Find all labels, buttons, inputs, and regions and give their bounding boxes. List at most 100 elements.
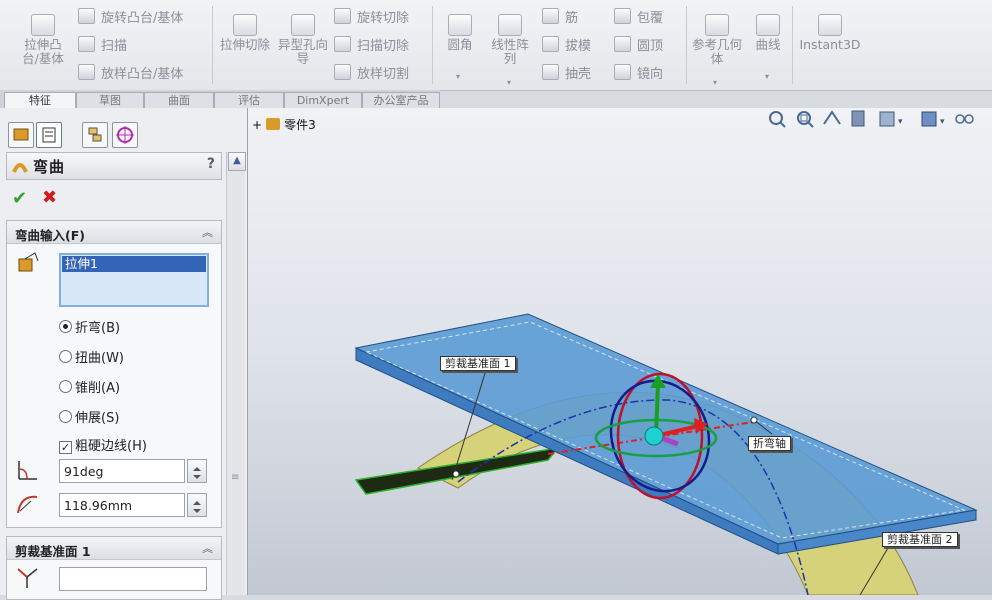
linear-pattern-dropdown-icon[interactable]: ▾ [507,78,511,87]
scroll-up-icon[interactable]: ▲ [228,152,246,171]
revolve-cut-label: 旋转切除 [357,11,410,26]
reference-geometry-dropdown-icon[interactable]: ▾ [713,78,717,87]
radio-indicator [59,320,72,333]
revolve-boss-button[interactable]: 旋转凸台/基体 [78,8,183,27]
cancel-button[interactable]: ✖ [42,187,57,208]
tab-surfaces-label: 曲面 [168,94,190,107]
linear-pattern-button[interactable]: 线性阵列 [484,14,536,66]
bend-type-radio-bend[interactable]: 折弯(B) [59,317,120,336]
curves-button[interactable]: 曲线 [750,14,786,52]
tab-features[interactable]: 特征 [4,92,76,108]
loft-cut-label: 放样切割 [357,67,410,82]
bend-axis-handle[interactable] [750,416,758,424]
dome-label: 圆顶 [637,39,664,54]
trim-plane-handle[interactable] [452,470,460,478]
sweep-cut-label: 扫描切除 [357,39,410,54]
loft-boss-button[interactable]: 放样凸台/基体 [78,64,183,83]
ok-button[interactable]: ✔ [12,188,27,209]
wrap-button[interactable]: 包覆 [614,8,663,27]
radio-label: 扭曲(W) [75,351,124,366]
curves-dropdown-icon[interactable]: ▾ [765,72,769,81]
configuration-manager-tab[interactable] [82,122,108,148]
checkbox-indicator: ✓ [59,441,72,454]
reference-geometry-button[interactable]: 参考几何体 [692,14,742,66]
panel-vertical-scrollbar[interactable]: ▲ ≡ [226,152,246,595]
hole-wizard-label: 异型孔向导 [277,37,328,66]
hole-wizard-icon [291,14,315,36]
trim-plane-1-header[interactable]: 剪裁基准面 1 ︽ [7,537,221,560]
draft-icon [542,36,559,52]
dimxpert-manager-tab[interactable] [112,122,138,148]
bend-axis-callout[interactable]: 折弯轴 [748,436,791,451]
tab-surfaces[interactable]: 曲面 [144,92,214,108]
graphics-area[interactable]: + 零件3 ▾ ▾ 剪裁基准面 1 折弯轴 剪裁基准面 2 [248,108,992,595]
ribbon-separator [432,6,433,84]
instant3d-button[interactable]: Instant3D [798,14,862,52]
fillet-icon [448,14,472,36]
collapse-icon[interactable]: ︽ [202,540,213,556]
angle-spinner[interactable] [187,459,207,483]
bend-input-header-label: 弯曲输入(F) [15,228,85,243]
instant3d-label: Instant3D [799,37,861,52]
sweep-label: 扫描 [101,39,128,54]
loft-boss-label: 放样凸台/基体 [101,67,184,82]
hole-wizard-button[interactable]: 异型孔向导 [276,14,330,66]
tab-office-products[interactable]: 办公室产品 [362,92,440,108]
tab-evaluate[interactable]: 评估 [214,92,284,108]
triad-icon [17,568,38,588]
radio-label: 锥削(A) [75,381,121,396]
sweep-cut-button[interactable]: 扫描切除 [334,36,409,55]
wrap-label: 包覆 [637,11,664,26]
trim-plane-2-callout[interactable]: 剪裁基准面 2 [882,532,958,547]
angle-input[interactable]: 91deg [59,459,185,483]
shell-button[interactable]: 抽壳 [542,64,591,83]
fillet-button[interactable]: 圆角 [440,14,480,52]
extrude-boss-button[interactable]: 拉伸凸台/基体 [14,14,72,66]
tab-dimxpert[interactable]: DimXpert [284,92,362,108]
feature-manager-tab[interactable] [8,122,34,148]
property-manager-tab[interactable] [36,122,62,148]
ribbon-separator [792,6,793,84]
bend-type-radio-twist[interactable]: 扭曲(W) [59,347,124,366]
collapse-icon[interactable]: ︽ [202,224,213,240]
bend-type-radio-stretch[interactable]: 伸展(S) [59,407,119,426]
radius-spinner[interactable] [187,493,207,517]
draft-button[interactable]: 拔模 [542,36,591,55]
mirror-button[interactable]: 镜向 [614,64,663,83]
triad-center-sphere[interactable] [644,426,664,446]
fillet-label: 圆角 [447,37,473,52]
property-manager-title: 弯曲 [33,158,66,176]
fillet-dropdown-icon[interactable]: ▾ [456,72,460,81]
curves-label: 曲线 [755,37,781,52]
reference-geometry-label: 参考几何体 [692,37,743,66]
tab-office-products-label: 办公室产品 [373,94,429,107]
bend-input-header[interactable]: 弯曲输入(F) ︽ [7,221,221,244]
trim-plane-reference-input[interactable] [59,567,207,591]
loft-cut-button[interactable]: 放样切割 [334,64,409,83]
ribbon-separator [212,6,213,84]
dome-button[interactable]: 圆顶 [614,36,663,55]
sweep-button[interactable]: 扫描 [78,36,127,55]
revolve-boss-icon [78,8,95,24]
feature-tree-icon [13,128,29,141]
tab-sketch[interactable]: 草图 [76,92,144,108]
help-button[interactable]: ? [207,156,215,172]
configuration-manager-icon [88,127,102,142]
revolve-cut-button[interactable]: 旋转切除 [334,8,409,27]
trim-plane-1-callout[interactable]: 剪裁基准面 1 [440,356,516,371]
rigid-edges-checkbox[interactable]: ✓ 粗硬边线(H) [59,435,147,454]
checkbox-label: 粗硬边线(H) [75,439,147,454]
mirror-icon [614,64,631,80]
rib-button[interactable]: 筋 [542,8,578,27]
selected-body-item[interactable]: 拉伸1 [62,256,206,272]
shell-icon [542,64,559,80]
mirror-label: 镜向 [637,67,664,82]
scroll-grip-icon[interactable]: ≡ [231,472,239,483]
body-selection-icon [18,252,39,272]
extrude-cut-button[interactable]: 拉伸切除 [220,14,270,52]
bodies-selection-list[interactable]: 拉伸1 [59,253,209,307]
bend-type-radio-taper[interactable]: 锥削(A) [59,377,120,396]
curves-icon [756,14,780,36]
linear-pattern-icon [498,14,522,36]
radius-input[interactable]: 118.96mm [59,493,185,517]
